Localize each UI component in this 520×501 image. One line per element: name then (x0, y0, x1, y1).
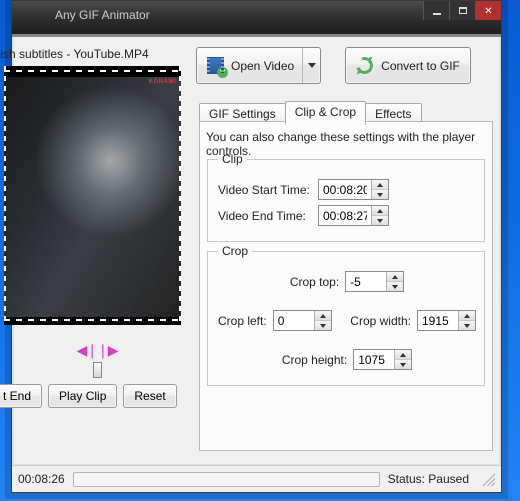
video-end-time-input[interactable] (319, 206, 371, 225)
spin-up-button[interactable] (459, 311, 475, 321)
crop-height-label: Crop height: (282, 353, 347, 367)
status-label: Status: Paused (388, 472, 469, 486)
spin-up-button[interactable] (395, 350, 411, 360)
clip-range-slider[interactable]: ◀❘❘▶ (22, 342, 172, 359)
crop-left-label: Crop left: (218, 314, 267, 328)
video-frame: KONAMI (4, 77, 181, 317)
crop-width-field[interactable] (417, 310, 476, 331)
crop-top-input[interactable] (346, 272, 386, 291)
crop-top-label: Crop top: (290, 275, 339, 289)
clip-legend: Clip (218, 152, 247, 166)
desktop-background: Any GIF Animator glish subtitles - YouTu… (0, 0, 520, 501)
crop-legend: Crop (218, 244, 252, 258)
video-start-time-field[interactable] (318, 179, 389, 200)
spin-down-button[interactable] (459, 321, 475, 330)
spin-down-button[interactable] (395, 360, 411, 369)
chevron-down-icon (320, 324, 326, 328)
chevron-down-icon (464, 324, 470, 328)
open-video-dropdown[interactable] (302, 48, 320, 83)
chevron-up-icon (320, 314, 326, 318)
chevron-up-icon (464, 314, 470, 318)
plus-badge-icon: + (217, 67, 228, 78)
open-video-label: Open Video (231, 59, 294, 73)
open-video-button[interactable]: + Open Video (196, 47, 321, 84)
chevron-down-icon (377, 193, 383, 197)
spin-down-button[interactable] (372, 216, 388, 225)
video-end-time-label: Video End Time: (218, 209, 318, 223)
clip-group: Clip Video Start Time: Video End Time: (207, 152, 485, 242)
spin-down-button[interactable] (387, 282, 403, 291)
set-end-button[interactable]: t End (0, 384, 42, 408)
titlebar[interactable]: Any GIF Animator (12, 1, 501, 34)
window-controls (423, 1, 501, 21)
chevron-down-icon (377, 219, 383, 223)
slider-knob[interactable] (93, 362, 102, 378)
chevron-up-icon (400, 353, 406, 357)
window-title: Any GIF Animator (55, 8, 150, 22)
play-clip-button[interactable]: Play Clip (48, 384, 117, 408)
convert-to-gif-button[interactable]: Convert to GIF (345, 47, 471, 84)
minimize-button[interactable] (423, 1, 449, 20)
close-button[interactable] (475, 1, 501, 20)
main-pane: glish subtitles - YouTube.MP4 KONAMI ◀❘❘… (12, 37, 501, 466)
konami-logo: KONAMI (149, 79, 176, 85)
crop-width-label: Crop width: (350, 314, 411, 328)
tab-clip-and-crop[interactable]: Clip & Crop (285, 101, 366, 125)
crop-height-field[interactable] (353, 349, 412, 370)
crop-width-input[interactable] (418, 311, 458, 330)
crop-left-input[interactable] (274, 311, 314, 330)
crop-group: Crop Crop top: Crop l (207, 244, 485, 386)
chevron-up-icon (377, 183, 383, 187)
status-time: 00:08:26 (18, 472, 65, 486)
crop-marquee-top[interactable] (4, 70, 181, 72)
tab-panel-clip-and-crop: You can also change these settings with … (199, 121, 493, 451)
reset-button[interactable]: Reset (123, 384, 176, 408)
spin-up-button[interactable] (387, 272, 403, 282)
status-bar: 00:08:26 Status: Paused (12, 465, 501, 492)
chevron-down-icon (392, 285, 398, 289)
crop-top-field[interactable] (345, 271, 404, 292)
chevron-down-icon (400, 363, 406, 367)
film-icon: + (207, 57, 224, 74)
app-window: Any GIF Animator glish subtitles - YouTu… (11, 0, 502, 493)
video-end-time-field[interactable] (318, 205, 389, 226)
resize-grip[interactable] (481, 472, 495, 486)
convert-label: Convert to GIF (381, 59, 460, 73)
chevron-up-icon (392, 275, 398, 279)
video-preview[interactable]: KONAMI (4, 66, 181, 325)
chevron-up-icon (377, 209, 383, 213)
spin-down-button[interactable] (372, 190, 388, 199)
convert-icon (353, 54, 376, 77)
file-name-label: glish subtitles - YouTube.MP4 (0, 47, 191, 61)
maximize-button[interactable] (449, 1, 475, 20)
spin-up-button[interactable] (372, 206, 388, 216)
chevron-down-icon (308, 63, 316, 68)
crop-height-input[interactable] (354, 350, 394, 369)
clip-range-handles-icon: ◀❘❘▶ (22, 342, 172, 359)
crop-left-field[interactable] (273, 310, 332, 331)
crop-marquee-bottom[interactable] (4, 319, 181, 321)
spin-up-button[interactable] (372, 180, 388, 190)
video-start-time-label: Video Start Time: (218, 183, 318, 197)
video-start-time-input[interactable] (319, 180, 371, 199)
progress-bar (73, 472, 380, 487)
spin-up-button[interactable] (315, 311, 331, 321)
spin-down-button[interactable] (315, 321, 331, 330)
